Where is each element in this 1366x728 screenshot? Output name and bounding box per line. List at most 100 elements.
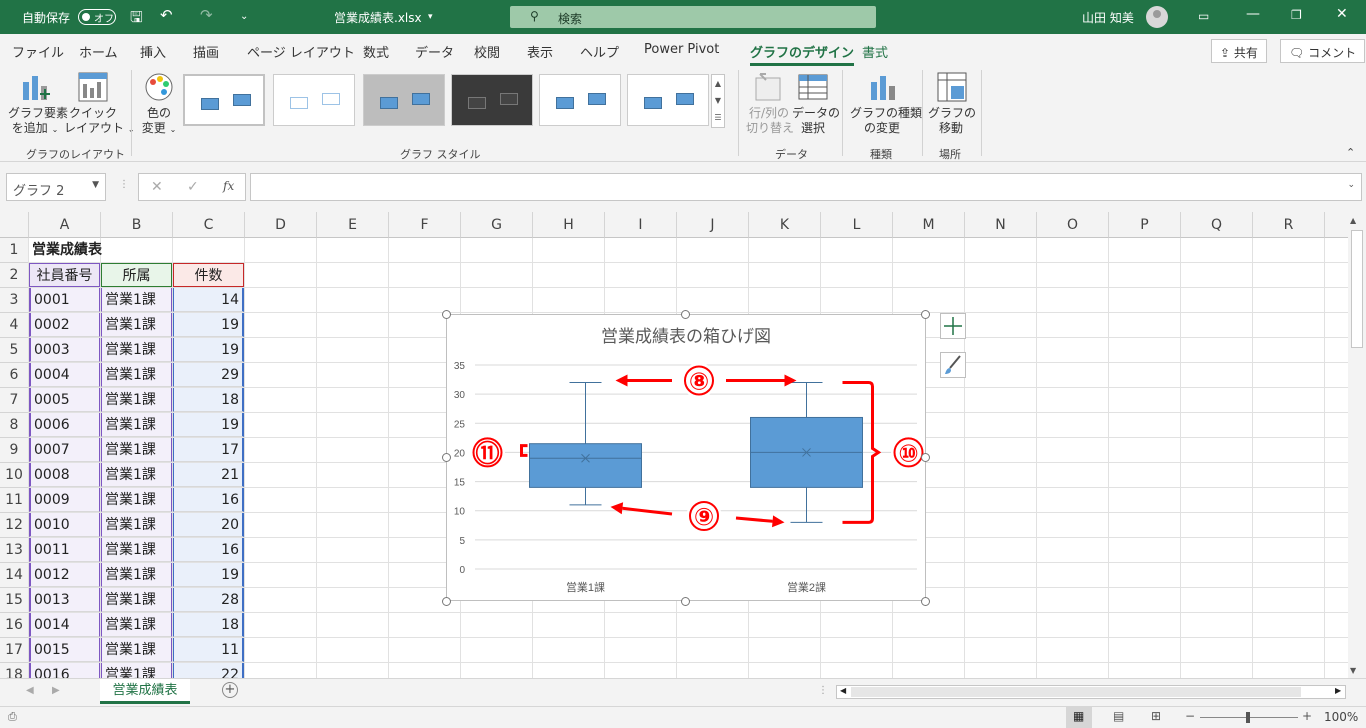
table-cell[interactable]: 17 bbox=[173, 438, 244, 462]
enter-icon[interactable]: ✓ bbox=[187, 179, 199, 195]
table-cell[interactable]: 20 bbox=[173, 513, 244, 537]
table-cell[interactable]: 19 bbox=[173, 413, 244, 437]
column-header-r[interactable]: R bbox=[1253, 212, 1325, 238]
column-header-g[interactable]: G bbox=[461, 212, 533, 238]
table-cell[interactable]: 営業1課 bbox=[101, 338, 172, 362]
scroll-left-icon[interactable]: ◀ bbox=[840, 686, 846, 695]
row-header-4[interactable]: 4 bbox=[0, 313, 29, 338]
close-icon[interactable]: ✕ bbox=[1336, 6, 1348, 22]
table-cell[interactable]: 11 bbox=[173, 638, 244, 662]
tab-home[interactable]: ホーム bbox=[79, 42, 118, 61]
tab-formulas[interactable]: 数式 bbox=[363, 42, 389, 61]
tab-review[interactable]: 校閲 bbox=[474, 42, 500, 61]
tab-view[interactable]: 表示 bbox=[527, 42, 553, 61]
table-cell[interactable]: 0007 bbox=[29, 438, 100, 462]
column-header-m[interactable]: M bbox=[893, 212, 965, 238]
save-icon[interactable]: 🖫 bbox=[130, 7, 143, 32]
table-cell[interactable]: 0011 bbox=[29, 538, 100, 562]
resize-handle[interactable] bbox=[681, 310, 690, 319]
tab-splitter-icon[interactable]: ⋮ bbox=[818, 685, 828, 696]
table-cell[interactable]: 0006 bbox=[29, 413, 100, 437]
table-cell[interactable]: 営業1課 bbox=[101, 313, 172, 337]
table-cell[interactable]: 0012 bbox=[29, 563, 100, 587]
table-cell[interactable]: 営業1課 bbox=[101, 663, 172, 678]
minimize-icon[interactable]: — bbox=[1246, 6, 1260, 22]
column-header-j[interactable]: J bbox=[677, 212, 749, 238]
row-header-8[interactable]: 8 bbox=[0, 413, 29, 438]
insert-function-icon[interactable]: fx bbox=[223, 179, 234, 193]
table-cell[interactable]: 19 bbox=[173, 563, 244, 587]
column-header-i[interactable]: I bbox=[605, 212, 677, 238]
table-cell[interactable]: 29 bbox=[173, 363, 244, 387]
tab-format[interactable]: 書式 bbox=[862, 42, 888, 61]
table-cell[interactable]: 営業1課 bbox=[101, 613, 172, 637]
table-cell[interactable]: 営業1課 bbox=[101, 363, 172, 387]
row-header-12[interactable]: 12 bbox=[0, 513, 29, 538]
tab-page-layout[interactable]: ページ レイアウト bbox=[247, 42, 355, 61]
row-header-7[interactable]: 7 bbox=[0, 388, 29, 413]
chart-elements-button[interactable] bbox=[940, 313, 966, 339]
box-plot-chart[interactable]: 営業成績表の箱ひげ図 0 5 10 15 20 25 30 35 営業1課 営業2課 ⑧ ⑨ ⑩ ⑪ bbox=[446, 314, 926, 601]
column-header-l[interactable]: L bbox=[821, 212, 893, 238]
table-cell[interactable]: 営業1課 bbox=[101, 563, 172, 587]
zoom-in-icon[interactable]: + bbox=[1302, 709, 1312, 723]
resize-handle[interactable] bbox=[681, 597, 690, 606]
tab-insert[interactable]: 挿入 bbox=[140, 42, 166, 61]
table-cell[interactable]: 0015 bbox=[29, 638, 100, 662]
table-cell[interactable]: 0004 bbox=[29, 363, 100, 387]
gallery-down-icon[interactable]: ▼ bbox=[712, 92, 724, 109]
row-header-16[interactable]: 16 bbox=[0, 613, 29, 638]
chart-style-4[interactable] bbox=[451, 74, 533, 126]
scroll-down-icon[interactable]: ▼ bbox=[1350, 666, 1356, 675]
name-box[interactable]: グラフ 2 ▼ bbox=[6, 173, 106, 201]
resize-handle[interactable] bbox=[921, 310, 930, 319]
table-cell[interactable]: 営業1課 bbox=[101, 288, 172, 312]
normal-view-button[interactable]: ▦ bbox=[1066, 707, 1092, 728]
column-header-n[interactable]: N bbox=[965, 212, 1037, 238]
table-cell[interactable]: 営業1課 bbox=[101, 538, 172, 562]
table-cell[interactable]: 営業1課 bbox=[101, 588, 172, 612]
tab-data[interactable]: データ bbox=[415, 42, 454, 61]
table-title[interactable]: 営業成績表 bbox=[29, 238, 169, 262]
table-cell[interactable]: 0010 bbox=[29, 513, 100, 537]
chart-style-5[interactable] bbox=[539, 74, 621, 126]
resize-handle[interactable] bbox=[442, 310, 451, 319]
chart-style-3[interactable] bbox=[363, 74, 445, 126]
tab-help[interactable]: ヘルプ bbox=[580, 42, 619, 61]
add-sheet-icon[interactable]: + bbox=[222, 682, 238, 698]
horizontal-scrollbar[interactable]: ◀ ▶ bbox=[836, 685, 1346, 699]
table-cell[interactable]: 営業1課 bbox=[101, 463, 172, 487]
column-header-p[interactable]: P bbox=[1109, 212, 1181, 238]
resize-handle[interactable] bbox=[442, 597, 451, 606]
share-button[interactable]: ⇪ 共有 bbox=[1211, 39, 1267, 63]
undo-icon[interactable]: ↶ bbox=[160, 6, 173, 24]
customize-qat-icon[interactable]: ⌄ bbox=[240, 11, 248, 22]
table-cell[interactable]: 18 bbox=[173, 388, 244, 412]
resize-handle[interactable] bbox=[921, 453, 930, 462]
resize-handle[interactable] bbox=[442, 453, 451, 462]
page-break-view-icon[interactable]: ⊞ bbox=[1151, 709, 1161, 723]
row-header-3[interactable]: 3 bbox=[0, 288, 29, 313]
scroll-up-icon[interactable]: ▲ bbox=[1350, 216, 1356, 225]
column-header-f[interactable]: F bbox=[389, 212, 461, 238]
redo-icon[interactable]: ↷ bbox=[200, 6, 213, 24]
row-header-15[interactable]: 15 bbox=[0, 588, 29, 613]
column-header-d[interactable]: D bbox=[245, 212, 317, 238]
chart-style-6[interactable] bbox=[627, 74, 709, 126]
table-cell[interactable]: 0001 bbox=[29, 288, 100, 312]
collapse-ribbon-icon[interactable]: ⌃ bbox=[1346, 146, 1355, 159]
row-header-9[interactable]: 9 bbox=[0, 438, 29, 463]
gallery-scroll[interactable]: ▲ ▼ ☰ bbox=[711, 74, 725, 128]
row-header-13[interactable]: 13 bbox=[0, 538, 29, 563]
table-cell[interactable]: 0013 bbox=[29, 588, 100, 612]
table-cell[interactable]: 0016 bbox=[29, 663, 100, 678]
chart-style-2[interactable] bbox=[273, 74, 355, 126]
table-cell[interactable]: 21 bbox=[173, 463, 244, 487]
filename-chevron-icon[interactable]: ▾ bbox=[428, 12, 433, 22]
file-name[interactable]: 営業成績表.xlsx bbox=[334, 9, 422, 26]
cancel-icon[interactable]: ✕ bbox=[151, 179, 163, 195]
formula-input[interactable]: ⌄ bbox=[250, 173, 1362, 201]
column-header-s[interactable]: S bbox=[1325, 212, 1348, 238]
sheet-tab-active[interactable]: 営業成績表 bbox=[100, 679, 190, 704]
table-cell[interactable]: 0002 bbox=[29, 313, 100, 337]
